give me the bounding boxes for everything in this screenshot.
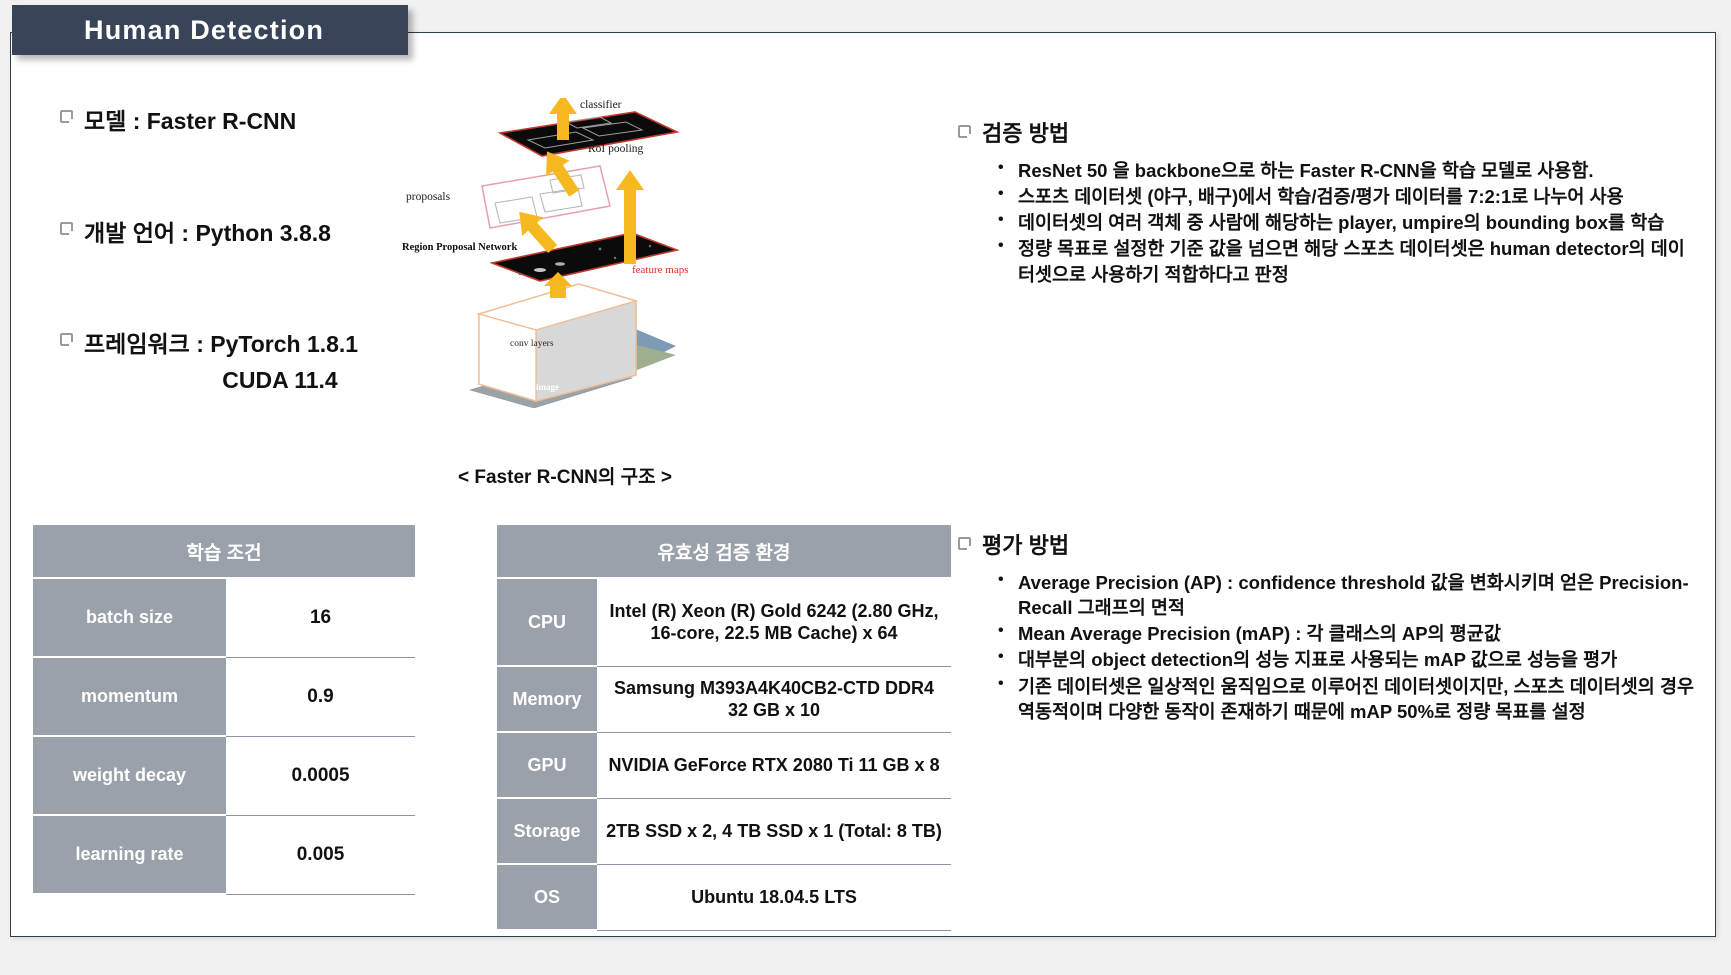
section-evaluation-bullet-list: Average Precision (AP) : confidence thre… [958, 569, 1700, 724]
spec-framework-label: 프레임워크 : PyTorch 1.8.1 [84, 331, 359, 358]
table-cell-label: learning rate [33, 815, 226, 895]
table-row: weight decay 0.0005 [33, 736, 416, 816]
diagram-label-image: image [536, 382, 559, 392]
list-item: 대부분의 object detection의 성능 지표로 사용되는 mAP 값… [996, 646, 1700, 672]
diagram-label-proposals: proposals [406, 191, 451, 203]
training-table-title: 학습 조건 [33, 525, 416, 579]
section-validation-heading: 검증 방법 [958, 116, 1700, 148]
list-item: ResNet 50 을 backbone으로 하는 Faster R-CNN을 … [996, 157, 1700, 183]
spec-language-label: 개발 언어 : Python 3.8.8 [84, 219, 331, 246]
table-cell-value: 0.005 [226, 815, 416, 895]
list-item: 스포츠 데이터셋 (야구, 배구)에서 학습/검증/평가 데이터를 7:2:1로… [996, 183, 1700, 209]
list-item: 정량 목표로 설정한 기준 값을 넘으면 해당 스포츠 데이터셋은 human … [996, 235, 1700, 286]
list-item: Average Precision (AP) : confidence thre… [996, 569, 1700, 620]
table-cell-value: 0.0005 [226, 736, 416, 816]
table-cell-value: NVIDIA GeForce RTX 2080 Ti 11 GB x 8 [597, 732, 952, 799]
table-cell-value: Intel (R) Xeon (R) Gold 6242 (2.80 GHz, … [597, 578, 952, 667]
table-cell-label: OS [497, 864, 597, 931]
environment-table-title: 유효성 검증 환경 [497, 525, 952, 579]
table-row: momentum 0.9 [33, 657, 416, 737]
notched-square-bullet-icon [958, 537, 974, 553]
table-row: Memory Samsung M393A4K40CB2-CTD DDR4 32 … [497, 666, 952, 733]
table-cell-label: Memory [497, 666, 597, 733]
training-conditions-table: 학습 조건 batch size 16 momentum 0.9 weight … [33, 525, 416, 895]
table-row: CPU Intel (R) Xeon (R) Gold 6242 (2.80 G… [497, 578, 952, 667]
table-row: learning rate 0.005 [33, 815, 416, 895]
table-row: Storage 2TB SSD x 2, 4 TB SSD x 1 (Total… [497, 798, 952, 865]
notched-square-bullet-icon [60, 110, 76, 126]
table-cell-label: momentum [33, 657, 226, 737]
spec-model-label: 모델 : Faster R-CNN [84, 108, 297, 134]
diagram-caption: < Faster R-CNN의 구조 > [458, 467, 672, 488]
diagram-label-feature-maps: feature maps [632, 264, 689, 276]
diagram-label-classifier: classifier [580, 99, 622, 111]
section-validation-bullet-list: ResNet 50 을 backbone으로 하는 Faster R-CNN을 … [958, 157, 1700, 287]
table-cell-label: CPU [497, 578, 597, 667]
table-cell-value: 0.9 [226, 657, 416, 737]
diagram-label-rpn: Region Proposal Network [402, 242, 517, 253]
faster-rcnn-diagram: classifier RoI pooling proposals Region … [400, 94, 730, 409]
table-header-row: 학습 조건 [33, 525, 416, 579]
diagram-label-roi-pooling: RoI pooling [588, 143, 644, 155]
table-cell-value: 16 [226, 578, 416, 658]
table-cell-label: weight decay [33, 736, 226, 816]
section-evaluation-heading-text: 평가 방법 [982, 533, 1070, 558]
list-item: 기존 데이터셋은 일상적인 움직임으로 이루어진 데이터셋이지만, 스포츠 데이… [996, 673, 1700, 724]
table-cell-value: Ubuntu 18.04.5 LTS [597, 864, 952, 931]
list-item: Mean Average Precision (mAP) : 각 클래스의 AP… [996, 620, 1700, 646]
page-title: Human Detection [84, 14, 325, 45]
table-cell-label: Storage [497, 798, 597, 865]
section-validation-heading-text: 검증 방법 [982, 121, 1070, 146]
table-cell-label: GPU [497, 732, 597, 799]
list-item: 데이터셋의 여러 객체 중 사람에 해당하는 player, umpire의 b… [996, 209, 1700, 235]
section-evaluation-method: 평가 방법 Average Precision (AP) : confidenc… [958, 528, 1700, 725]
validation-environment-table: 유효성 검증 환경 CPU Intel (R) Xeon (R) Gold 62… [497, 525, 952, 931]
table-row: batch size 16 [33, 578, 416, 658]
table-header-row: 유효성 검증 환경 [497, 525, 952, 579]
table-cell-value: 2TB SSD x 2, 4 TB SSD x 1 (Total: 8 TB) [597, 798, 952, 865]
faster-rcnn-diagram-svg: classifier RoI pooling proposals Region … [402, 94, 689, 409]
table-cell-label: batch size [33, 578, 226, 658]
section-validation-method: 검증 방법 ResNet 50 을 backbone으로 하는 Faster R… [958, 116, 1700, 288]
diagram-proposals-plane [481, 165, 611, 229]
notched-square-bullet-icon [958, 125, 974, 141]
notched-square-bullet-icon [60, 333, 76, 350]
table-row: OS Ubuntu 18.04.5 LTS [497, 864, 952, 931]
diagram-label-conv-layers: conv layers [510, 339, 554, 349]
section-evaluation-heading: 평가 방법 [958, 528, 1700, 560]
slide-title-banner: Human Detection [12, 5, 408, 55]
table-cell-value: Samsung M393A4K40CB2-CTD DDR4 32 GB x 10 [597, 666, 952, 733]
slide-canvas: Human Detection 모델 : Faster R-CNN 개발 언어 … [0, 0, 1731, 975]
notched-square-bullet-icon [60, 221, 76, 238]
table-row: GPU NVIDIA GeForce RTX 2080 Ti 11 GB x 8 [497, 732, 952, 799]
